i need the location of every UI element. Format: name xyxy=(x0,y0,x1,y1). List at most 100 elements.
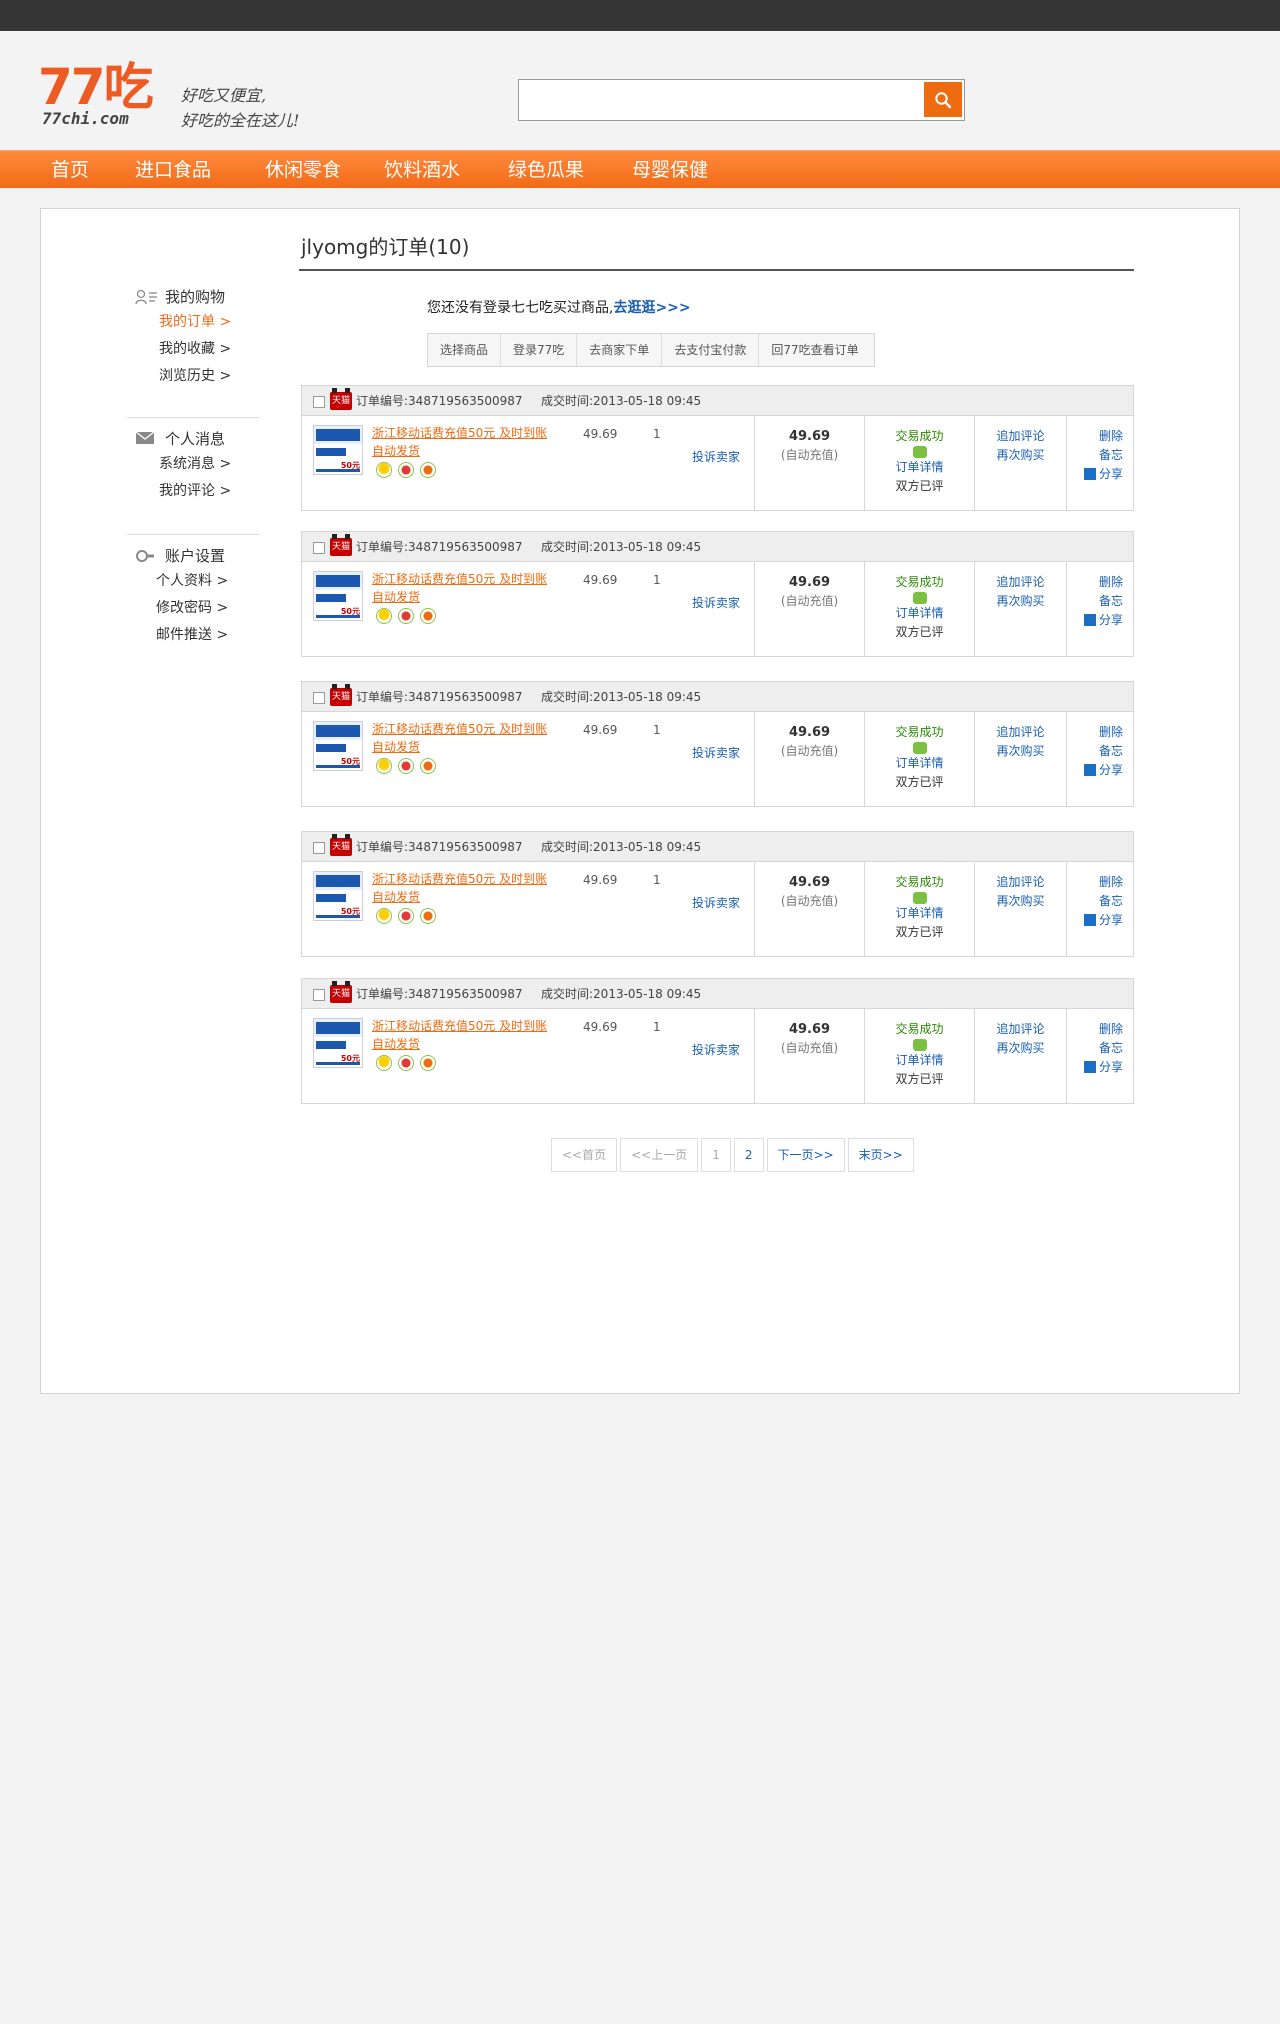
search-input[interactable] xyxy=(523,84,921,116)
site-slogan: 好吃又便宜, 好吃的全在这儿! xyxy=(181,83,299,133)
share-link[interactable]: 分享 xyxy=(1067,611,1123,630)
order-time: 成交时间:2013-05-18 09:45 xyxy=(541,832,701,862)
add-review-link[interactable]: 追加评论 xyxy=(975,723,1066,742)
add-review-link[interactable]: 追加评论 xyxy=(975,573,1066,592)
order-number-value: 348719563500987 xyxy=(408,540,523,554)
auto-recharge-note: (自动充值) xyxy=(780,448,839,462)
pager-first[interactable]: <<首页 xyxy=(551,1138,618,1172)
nav-fruits[interactable]: 绿色瓜果 xyxy=(508,151,584,189)
wangwang-chat-icon[interactable] xyxy=(912,1039,927,1051)
site-logo[interactable]: 77吃 xyxy=(38,57,154,117)
sidebar-item-my-orders[interactable]: 我的订单 > xyxy=(127,309,259,336)
trade-status: 交易成功 xyxy=(895,725,944,739)
order-checkbox[interactable] xyxy=(313,692,325,704)
order-amount: 49.69 xyxy=(788,575,831,590)
share-icon xyxy=(1083,468,1096,480)
product-name-link[interactable]: 浙江移动话费充值50元 及时到账 自动发货 xyxy=(372,1017,562,1053)
sidebar-item-change-password[interactable]: 修改密码 > xyxy=(127,595,259,622)
add-review-link[interactable]: 追加评论 xyxy=(975,427,1066,446)
user-list-icon xyxy=(135,289,157,305)
product-thumbnail[interactable]: 50元 xyxy=(313,871,363,921)
search-icon xyxy=(935,91,952,108)
product-name-link[interactable]: 浙江移动话费充值50元 及时到账 自动发货 xyxy=(372,424,562,460)
share-link[interactable]: 分享 xyxy=(1067,761,1123,780)
memo-link[interactable]: 备忘 xyxy=(1067,742,1123,761)
buy-again-link[interactable]: 再次购买 xyxy=(975,592,1066,611)
order-detail-link[interactable]: 订单详情 xyxy=(865,604,974,623)
auto-recharge-note: (自动充值) xyxy=(780,744,839,758)
pager-prev[interactable]: <<上一页 xyxy=(620,1138,699,1172)
nav-drinks[interactable]: 饮料酒水 xyxy=(384,151,460,189)
order-number: 订单编号:348719563500987 xyxy=(356,532,523,562)
nav-snacks[interactable]: 休闲零食 xyxy=(265,151,341,189)
share-link[interactable]: 分享 xyxy=(1067,911,1123,930)
product-thumbnail[interactable]: 50元 xyxy=(313,721,363,771)
nav-imported-food[interactable]: 进口食品 xyxy=(135,151,211,189)
sidebar-item-favorites[interactable]: 我的收藏 > xyxy=(127,336,259,363)
order-detail-link[interactable]: 订单详情 xyxy=(865,754,974,773)
sidebar-item-my-reviews[interactable]: 我的评论 > xyxy=(127,478,259,505)
complain-seller-link[interactable]: 投诉卖家 xyxy=(692,744,740,761)
order-amount-cell: 49.69 (自动充值) xyxy=(754,712,864,806)
pager-page-1[interactable]: 1 xyxy=(701,1138,731,1172)
bulb-badge-icon xyxy=(376,908,392,924)
wangwang-chat-icon[interactable] xyxy=(912,592,927,604)
order-time-value: 2013-05-18 09:45 xyxy=(593,394,702,408)
complain-seller-link[interactable]: 投诉卖家 xyxy=(692,1041,740,1058)
sidebar-account: 账户设置 个人资料 > 修改密码 > 邮件推送 > xyxy=(127,544,259,649)
memo-link[interactable]: 备忘 xyxy=(1067,892,1123,911)
buy-again-link[interactable]: 再次购买 xyxy=(975,892,1066,911)
delete-link[interactable]: 删除 xyxy=(1067,427,1123,446)
sidebar-item-system-messages[interactable]: 系统消息 > xyxy=(127,451,259,478)
search-button[interactable] xyxy=(924,82,962,117)
order-checkbox[interactable] xyxy=(313,989,325,1001)
wangwang-chat-icon[interactable] xyxy=(912,742,927,754)
delete-link[interactable]: 删除 xyxy=(1067,1020,1123,1039)
complain-seller-link[interactable]: 投诉卖家 xyxy=(692,894,740,911)
pager-page-2[interactable]: 2 xyxy=(733,1138,764,1172)
order-detail-link[interactable]: 订单详情 xyxy=(865,458,974,477)
sidebar-item-history[interactable]: 浏览历史 > xyxy=(127,363,259,390)
product-thumbnail[interactable]: 50元 xyxy=(313,1018,363,1068)
memo-link[interactable]: 备忘 xyxy=(1067,446,1123,465)
share-link[interactable]: 分享 xyxy=(1067,1058,1123,1077)
nav-home[interactable]: 首页 xyxy=(51,151,89,189)
delete-link[interactable]: 删除 xyxy=(1067,723,1123,742)
buy-again-link[interactable]: 再次购买 xyxy=(975,742,1066,761)
thumb-footer-bar xyxy=(316,765,360,768)
add-review-link[interactable]: 追加评论 xyxy=(975,1020,1066,1039)
delete-link[interactable]: 删除 xyxy=(1067,573,1123,592)
complain-seller-link[interactable]: 投诉卖家 xyxy=(692,448,740,465)
sidebar-item-profile[interactable]: 个人资料 > xyxy=(127,568,259,595)
tmall-icon: 天猫 xyxy=(330,834,352,856)
share-link[interactable]: 分享 xyxy=(1067,465,1123,484)
order-checkbox[interactable] xyxy=(313,842,325,854)
pager-next[interactable]: 下一页>> xyxy=(766,1138,845,1172)
product-name-link[interactable]: 浙江移动话费充值50元 及时到账 自动发货 xyxy=(372,870,562,906)
wangwang-chat-icon[interactable] xyxy=(912,892,927,904)
complain-seller-link[interactable]: 投诉卖家 xyxy=(692,594,740,611)
go-shopping-link[interactable]: 去逛逛>>> xyxy=(613,300,690,316)
review-status: 双方已评 xyxy=(895,479,944,493)
order-card: 天猫 订单编号:348719563500987 成交时间:2013-05-18 … xyxy=(301,831,1134,957)
product-name-link[interactable]: 浙江移动话费充值50元 及时到账 自动发货 xyxy=(372,720,562,756)
product-name-link[interactable]: 浙江移动话费充值50元 及时到账 自动发货 xyxy=(372,570,562,606)
pager-last[interactable]: 末页>> xyxy=(847,1138,914,1172)
product-thumbnail[interactable]: 50元 xyxy=(313,425,363,475)
order-checkbox[interactable] xyxy=(313,542,325,554)
buy-again-link[interactable]: 再次购买 xyxy=(975,446,1066,465)
delete-link[interactable]: 删除 xyxy=(1067,873,1123,892)
nav-mother-baby[interactable]: 母婴保健 xyxy=(632,151,708,189)
buy-again-link[interactable]: 再次购买 xyxy=(975,1039,1066,1058)
wangwang-chat-icon[interactable] xyxy=(912,446,927,458)
sidebar-item-email-push[interactable]: 邮件推送 > xyxy=(127,622,259,649)
order-detail-link[interactable]: 订单详情 xyxy=(865,1051,974,1070)
order-time-label: 成交时间: xyxy=(541,394,594,408)
memo-link[interactable]: 备忘 xyxy=(1067,1039,1123,1058)
order-detail-link[interactable]: 订单详情 xyxy=(865,904,974,923)
order-checkbox[interactable] xyxy=(313,396,325,408)
add-review-link[interactable]: 追加评论 xyxy=(975,873,1066,892)
memo-link[interactable]: 备忘 xyxy=(1067,592,1123,611)
product-thumbnail[interactable]: 50元 xyxy=(313,571,363,621)
gift-badge-icon xyxy=(398,1055,414,1071)
